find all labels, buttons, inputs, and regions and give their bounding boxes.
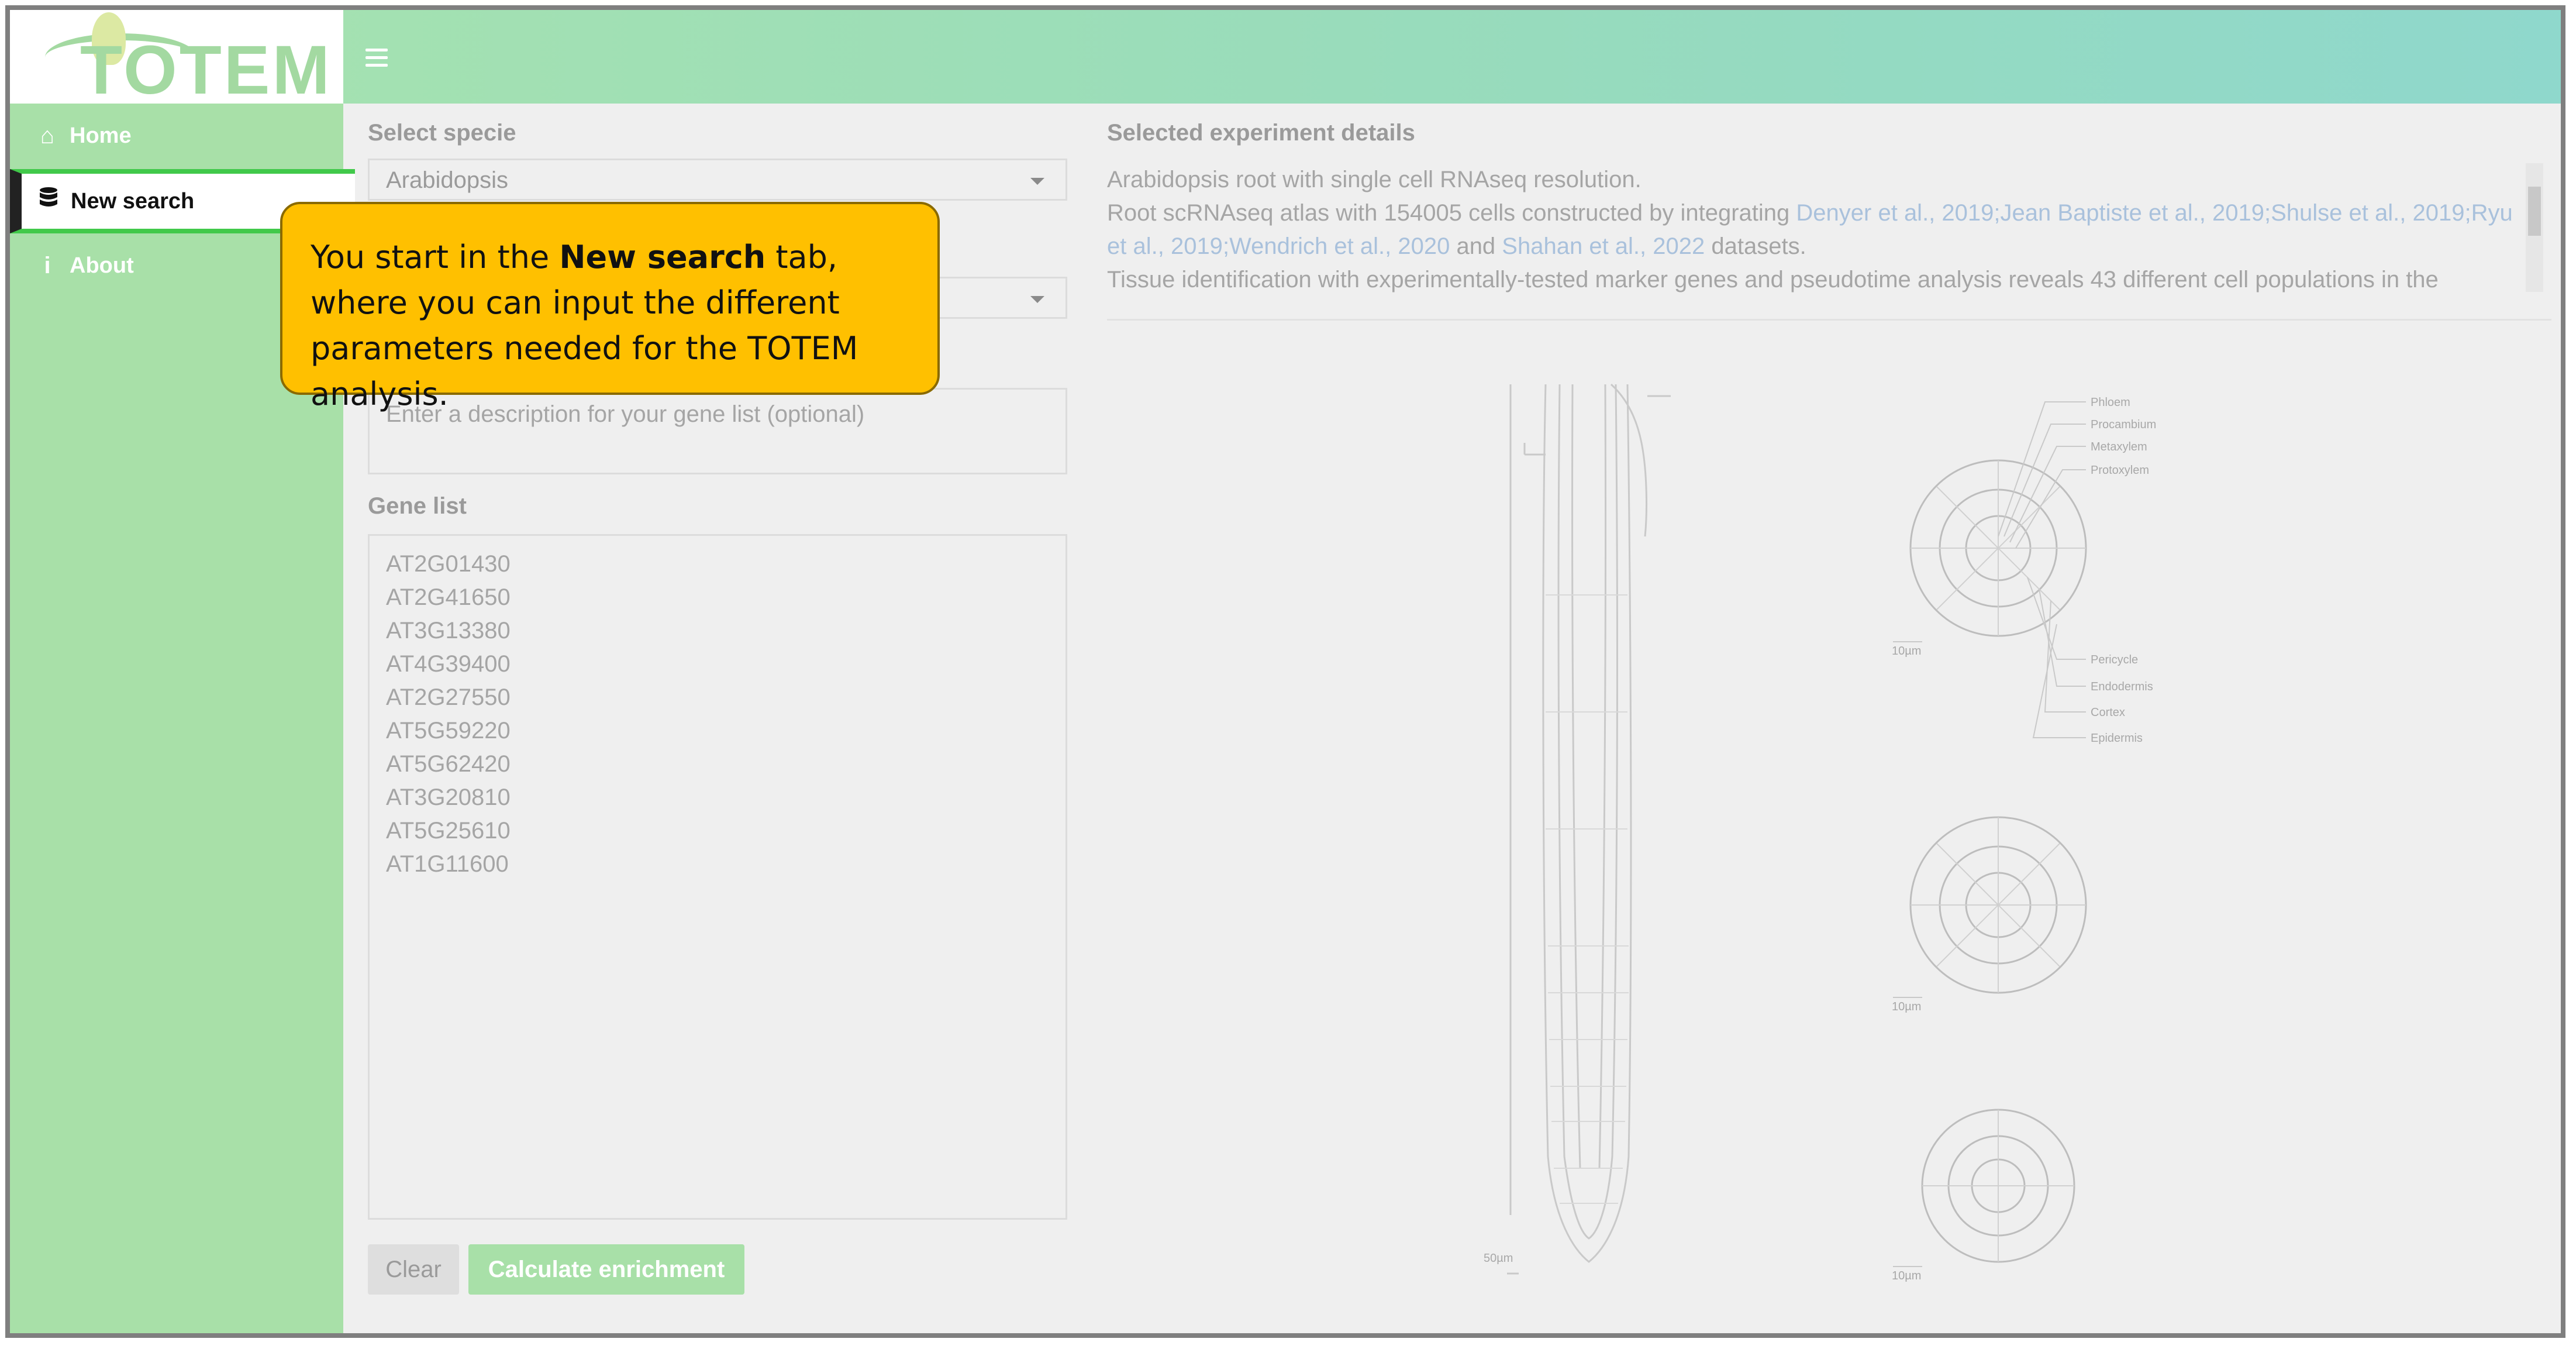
specie-select-value: Arabidopsis [386, 167, 509, 193]
experiment-details-text: Arabidopsis root with single cell RNAseq… [1107, 163, 2522, 299]
section-scale-label: 10µm [1892, 645, 1921, 658]
tissue-layer-label: Procambium [2091, 418, 2156, 431]
gene-list-item: AT3G13380 [386, 618, 511, 643]
details-line-3: Tissue identification with experimentall… [1107, 267, 2439, 292]
clear-button[interactable]: Clear [368, 1244, 459, 1295]
gene-list-input[interactable]: AT2G01430 AT2G41650 AT3G13380 AT4G39400 AT2G… [368, 534, 1067, 1220]
specie-label: Select specie [368, 120, 516, 146]
divider [1107, 319, 2551, 321]
reference-link[interactable]: Wendrich et al., 2020 [1229, 233, 1450, 259]
root-anatomy-figure: 50µm Phloem Procambium Metaxylem Protoxylem… [1484, 383, 2156, 1282]
gene-list-item: AT2G27550 [386, 684, 511, 710]
app-window: TOTEM ⌂ Home New search i About Select s… [5, 5, 2565, 1338]
tissue-layer-label: Protoxylem [2091, 464, 2149, 477]
details-title: Selected experiment details [1107, 120, 1415, 146]
section-scale-label: 10µm [1892, 1000, 1921, 1013]
details-line-1: Arabidopsis root with single cell RNAseq… [1107, 167, 1642, 192]
reference-link[interactable]: Shulse et al., 2019 [2271, 200, 2464, 226]
sidebar-item-label: Home [70, 123, 132, 148]
tissue-layer-label: Pericycle [2091, 653, 2138, 666]
sidebar-item-label: About [70, 253, 134, 278]
callout-bold-text: New search [559, 239, 766, 276]
gene-list-item: AT5G25610 [386, 818, 511, 844]
database-icon [35, 187, 63, 216]
reference-link[interactable]: Shahan et al., 2022 [1502, 233, 1705, 259]
sidebar-item-home[interactable]: ⌂ Home [10, 104, 343, 168]
tutorial-callout: You start in the New search tab, where y… [280, 202, 940, 412]
specie-select[interactable]: Arabidopsis [368, 159, 1067, 201]
calculate-enrichment-button[interactable]: Calculate enrichment [468, 1244, 744, 1295]
description-placeholder: Enter a description for your gene list (… [386, 401, 865, 427]
gene-list-item: AT3G20810 [386, 784, 511, 810]
gene-list-item: AT1G11600 [386, 851, 509, 877]
sidebar-item-label: New search [71, 188, 195, 214]
tissue-layer-label: Epidermis [2091, 732, 2143, 745]
gene-list-item: AT2G01430 [386, 551, 511, 577]
details-scrollbar[interactable] [2526, 163, 2543, 292]
details-line-2: Root scRNAseq atlas with 154005 cells co… [1107, 200, 2513, 259]
home-icon: ⌂ [40, 122, 55, 149]
logo-text: TOTEM [80, 32, 332, 109]
top-header: TOTEM [10, 10, 2561, 109]
hamburger-icon[interactable] [365, 49, 388, 68]
tissue-layer-label: Cortex [2091, 706, 2125, 719]
chevron-down-icon [1030, 296, 1044, 303]
description-input[interactable]: Enter a description for your gene list (… [368, 388, 1067, 474]
gene-list-item: AT4G39400 [386, 651, 511, 677]
gene-list-item: AT5G62420 [386, 751, 511, 777]
info-icon: i [44, 252, 51, 278]
tissue-layer-label: Metaxylem [2091, 441, 2147, 453]
scrollbar-thumb[interactable] [2528, 187, 2541, 236]
gene-list-label: Gene list [368, 493, 467, 519]
tissue-layer-label: Endodermis [2091, 680, 2153, 693]
tissue-layer-label: Phloem [2091, 396, 2130, 409]
reference-link[interactable]: Denyer et al., 2019 [1796, 200, 1994, 226]
gene-list-values: AT2G01430 AT2G41650 AT3G13380 AT4G39400 AT2G… [386, 548, 1049, 881]
section-scale-label: 10µm [1892, 1269, 1921, 1282]
logo[interactable]: TOTEM [10, 10, 343, 109]
reference-link[interactable]: Jean Baptiste et al., 2019 [2001, 200, 2264, 226]
gene-list-item: AT2G41650 [386, 584, 511, 610]
root-scale-label: 50µm [1484, 1252, 1513, 1265]
chevron-down-icon [1030, 178, 1044, 185]
gene-list-item: AT5G59220 [386, 718, 511, 744]
